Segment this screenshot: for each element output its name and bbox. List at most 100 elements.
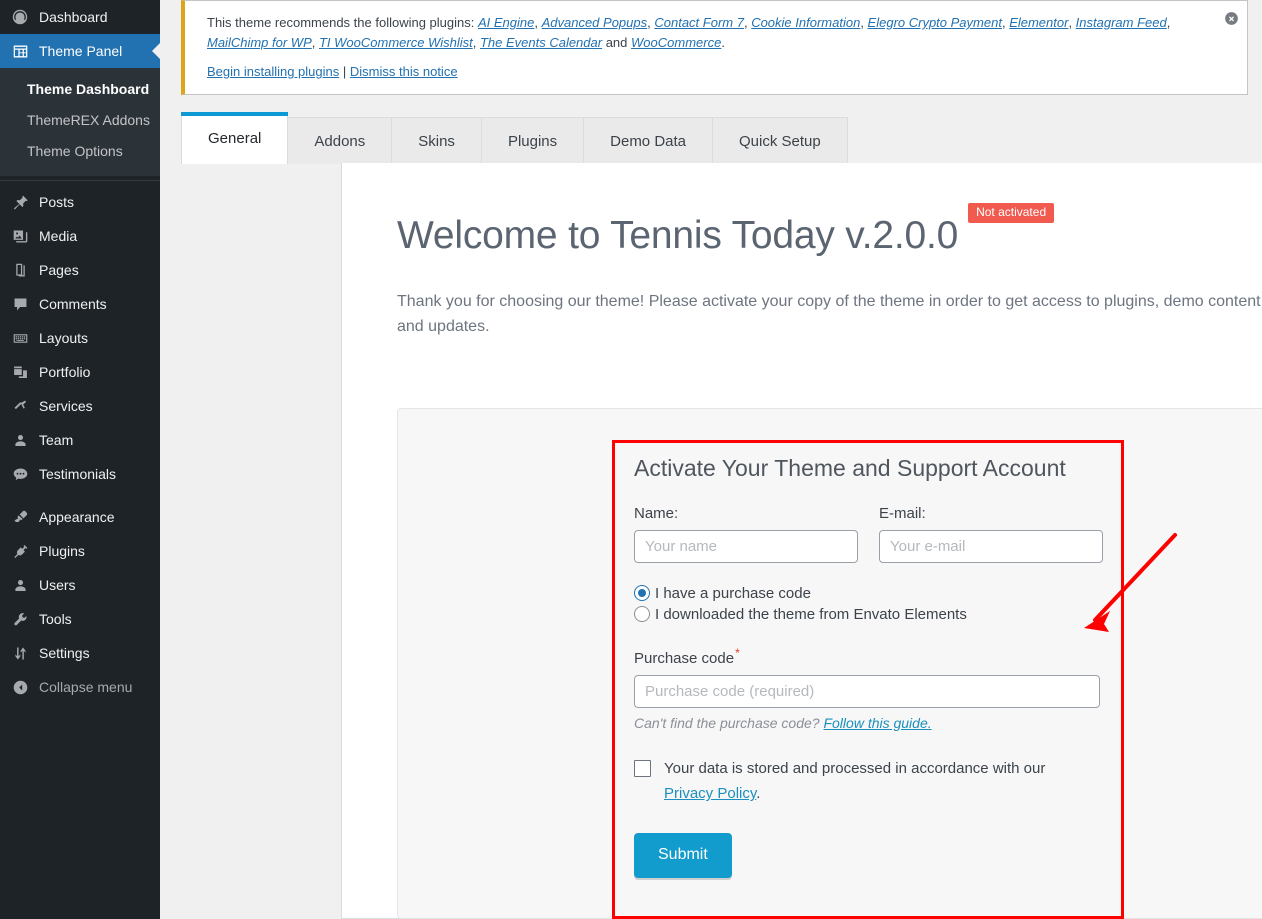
page-title: Welcome to Tennis Today v.2.0.0 xyxy=(397,214,959,257)
dashboard-icon xyxy=(10,7,30,27)
tab-addons[interactable]: Addons xyxy=(287,117,393,164)
form-title: Activate Your Theme and Support Account xyxy=(634,455,1066,481)
purchase-code-input[interactable] xyxy=(634,674,1100,708)
welcome-header: Welcome to Tennis Today v.2.0.0 Not activ… xyxy=(397,203,1262,260)
email-input[interactable] xyxy=(879,529,1103,563)
sidebar-item-dashboard[interactable]: Dashboard xyxy=(0,0,160,34)
email-label: E-mail: xyxy=(879,504,926,522)
activation-form: Activate Your Theme and Support Account … xyxy=(634,455,1104,878)
sidebar-item-layouts[interactable]: Layouts xyxy=(0,321,160,355)
purchase-code-label-text: Purchase code xyxy=(634,649,735,667)
notice-intro: This theme recommends the following plug… xyxy=(207,15,475,30)
follow-this-guide-link[interactable]: Follow this guide. xyxy=(823,715,931,731)
tab-general[interactable]: General xyxy=(181,112,289,164)
name-input[interactable] xyxy=(634,529,858,563)
sidebar-item-comments[interactable]: Comments xyxy=(0,287,160,321)
plugin-recommendation-notice: This theme recommends the following plug… xyxy=(181,0,1248,95)
close-circle-icon[interactable] xyxy=(1220,7,1242,29)
admin-sidebar: Dashboard Theme Panel Theme Dashboard Th… xyxy=(0,0,160,919)
radio-envato-elements-label: I downloaded the theme from Envato Eleme… xyxy=(655,605,967,623)
sidebar-item-label: Posts xyxy=(39,194,75,210)
sidebar-item-label: Team xyxy=(39,432,74,448)
begin-installing-plugins-link[interactable]: Begin installing plugins xyxy=(207,64,339,79)
radio-envato-elements-indicator[interactable] xyxy=(634,606,650,623)
sidebar-item-label: Appearance xyxy=(39,509,115,525)
plugin-link-contact-form-7[interactable]: Contact Form 7 xyxy=(654,15,744,30)
sidebar-item-tools[interactable]: Tools xyxy=(0,602,160,636)
intro-paragraph: Thank you for choosing our theme! Please… xyxy=(397,292,1262,335)
plugin-link-cookie-information[interactable]: Cookie Information xyxy=(751,15,860,30)
pin-icon xyxy=(10,192,30,212)
sidebar-item-testimonials[interactable]: Testimonials xyxy=(0,457,160,491)
plug-icon xyxy=(10,541,30,561)
sidebar-item-team[interactable]: Team xyxy=(0,423,160,457)
name-label: Name: xyxy=(634,504,679,522)
sidebar-item-label: Services xyxy=(39,398,93,414)
sidebar-item-posts[interactable]: Posts xyxy=(0,185,160,219)
sidebar-item-plugins[interactable]: Plugins xyxy=(0,534,160,568)
brush-icon xyxy=(10,507,30,527)
main-content-area: This theme recommends the following plug… xyxy=(160,0,1262,919)
sidebar-item-settings[interactable]: Settings xyxy=(0,636,160,670)
plugin-link-ti-woocommerce-wishlist[interactable]: TI WooCommerce Wishlist xyxy=(319,35,473,50)
notice-actions: Begin installing plugins | Dismiss this … xyxy=(207,62,1235,82)
privacy-consent-text: Your data is stored and processed in acc… xyxy=(664,759,1046,777)
radio-option-purchase-code[interactable]: I have a purchase code xyxy=(634,585,1104,602)
submenu-item-theme-options[interactable]: Theme Options xyxy=(0,136,160,167)
pages-icon xyxy=(10,260,30,280)
radio-purchase-code-label: I have a purchase code xyxy=(655,584,811,602)
sliders-icon xyxy=(10,643,30,663)
sidebar-item-label: Portfolio xyxy=(39,364,91,380)
submit-button[interactable]: Submit xyxy=(634,832,732,878)
privacy-consent-period: . xyxy=(756,785,761,803)
plugin-link-instagram-feed[interactable]: Instagram Feed xyxy=(1076,15,1167,30)
theme-panel-icon xyxy=(10,41,30,61)
tab-demo-data[interactable]: Demo Data xyxy=(583,117,714,164)
sidebar-item-label: Collapse menu xyxy=(39,679,133,695)
privacy-consent-checkbox[interactable] xyxy=(634,759,651,777)
plugin-link-mailchimp-for-wp[interactable]: MailChimp for WP xyxy=(207,35,312,50)
purchase-code-label: Purchase code* xyxy=(634,646,1104,667)
sidebar-item-label: Plugins xyxy=(39,543,85,559)
hint-text: Can't find the purchase code? xyxy=(634,714,820,731)
sidebar-item-theme-panel[interactable]: Theme Panel xyxy=(0,34,160,68)
sidebar-item-media[interactable]: Media xyxy=(0,219,160,253)
sidebar-item-label: Pages xyxy=(39,262,79,278)
plugin-link-elegro-crypto-payment[interactable]: Elegro Crypto Payment xyxy=(868,15,1002,30)
sidebar-item-label: Theme Panel xyxy=(39,43,123,59)
sidebar-item-label: Media xyxy=(39,228,78,244)
sidebar-item-label: Dashboard xyxy=(39,9,108,25)
notice-action-separator: | xyxy=(342,64,347,79)
hammer-icon xyxy=(10,396,30,416)
sidebar-item-label: Layouts xyxy=(39,330,89,346)
tab-plugins[interactable]: Plugins xyxy=(480,117,585,164)
radio-purchase-code-indicator[interactable] xyxy=(634,585,650,602)
name-field-group: Name: xyxy=(634,505,858,563)
sidebar-item-pages[interactable]: Pages xyxy=(0,253,160,287)
submenu-item-theme-dashboard[interactable]: Theme Dashboard xyxy=(0,74,160,105)
email-field-group: E-mail: xyxy=(879,505,1103,563)
sidebar-item-services[interactable]: Services xyxy=(0,389,160,423)
submenu-item-themerex-addons[interactable]: ThemeREX Addons xyxy=(0,105,160,136)
theme-panel-submenu: Theme Dashboard ThemeREX Addons Theme Op… xyxy=(0,68,160,176)
sidebar-item-users[interactable]: Users xyxy=(0,568,160,602)
sidebar-item-appearance[interactable]: Appearance xyxy=(0,500,160,534)
tab-skins[interactable]: Skins xyxy=(391,117,482,164)
dismiss-this-notice-link[interactable]: Dismiss this notice xyxy=(350,64,458,79)
plugin-link-advanced-popups[interactable]: Advanced Popups xyxy=(542,15,648,30)
privacy-policy-link[interactable]: Privacy Policy xyxy=(664,785,756,802)
status-badge: Not activated xyxy=(968,203,1055,224)
plugin-link-the-events-calendar[interactable]: The Events Calendar xyxy=(480,35,602,50)
plugin-link-ai-engine[interactable]: AI Engine xyxy=(478,15,534,30)
plugin-link-elementor[interactable]: Elementor xyxy=(1009,15,1068,30)
sidebar-item-portfolio[interactable]: Portfolio xyxy=(0,355,160,389)
sidebar-divider-2 xyxy=(0,491,160,500)
user-icon xyxy=(10,430,30,450)
sidebar-item-collapse-menu[interactable]: Collapse menu xyxy=(0,670,160,704)
sidebar-divider-1 xyxy=(0,180,160,181)
radio-option-envato-elements[interactable]: I downloaded the theme from Envato Eleme… xyxy=(634,606,1104,623)
notice-conjunction: and xyxy=(605,34,628,50)
tab-quick-setup[interactable]: Quick Setup xyxy=(712,117,848,164)
plugin-link-woocommerce[interactable]: WooCommerce xyxy=(631,35,721,50)
sidebar-item-label: Testimonials xyxy=(39,466,117,482)
